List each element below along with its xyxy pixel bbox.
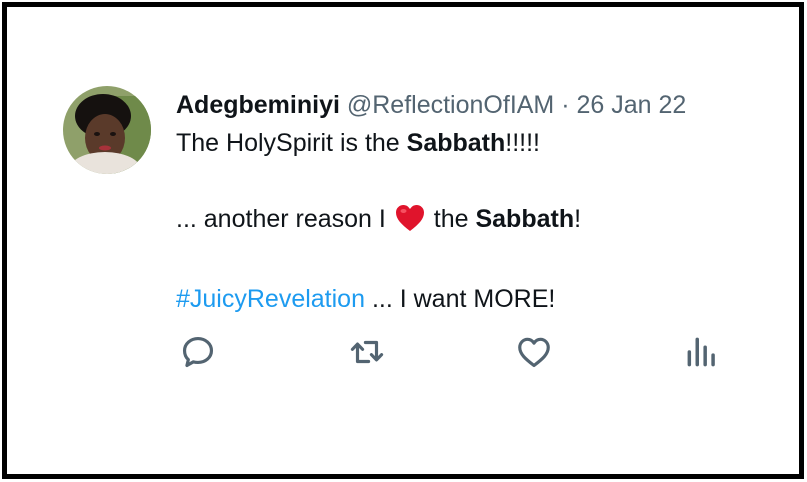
tweet-actions bbox=[0, 330, 807, 380]
reply-icon bbox=[182, 336, 214, 368]
hashtag-link[interactable]: #JuicyRevelation bbox=[176, 285, 365, 313]
like-button[interactable] bbox=[512, 330, 556, 374]
user-handle[interactable]: @ReflectionOfIAM bbox=[347, 91, 554, 119]
tweet-line-3: #JuicyRevelation ... I want MORE! bbox=[176, 280, 776, 318]
line3-text: ... I want MORE! bbox=[365, 285, 556, 313]
line2-bold: Sabbath bbox=[475, 205, 575, 233]
line2-the: the bbox=[426, 205, 476, 233]
heart-emoji-icon bbox=[395, 204, 425, 243]
tweet-date[interactable]: 26 Jan 22 bbox=[577, 91, 687, 119]
display-name[interactable]: Adegbeminiyi bbox=[176, 91, 340, 119]
line2-text: ... another reason I bbox=[176, 205, 386, 233]
tweet-line-1: The HolySpirit is the Sabbath!!!!! bbox=[176, 124, 776, 162]
tweet-header: Adegbeminiyi @ReflectionOfIAM · 26 Jan 2… bbox=[176, 86, 776, 124]
views-icon bbox=[687, 337, 715, 367]
tweet-content: Adegbeminiyi @ReflectionOfIAM · 26 Jan 2… bbox=[176, 86, 776, 318]
retweet-button[interactable] bbox=[345, 330, 389, 374]
separator: · bbox=[561, 91, 570, 119]
reply-button[interactable] bbox=[176, 330, 220, 374]
line1-text: The HolySpirit is the bbox=[176, 129, 407, 157]
retweet-icon bbox=[350, 340, 384, 364]
heart-icon bbox=[518, 337, 550, 368]
avatar[interactable] bbox=[63, 86, 151, 174]
line2-exclaim: ! bbox=[574, 205, 582, 233]
views-button[interactable] bbox=[680, 330, 724, 374]
line1-exclaim: !!!!! bbox=[505, 129, 540, 157]
line1-bold: Sabbath bbox=[406, 129, 506, 157]
tweet-line-2: ... another reason I the Sabbath! bbox=[176, 200, 776, 243]
